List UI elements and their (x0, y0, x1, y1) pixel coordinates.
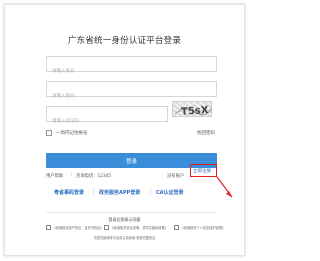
remember-account[interactable]: 一周内记住帐号 (46, 130, 88, 136)
help-separator: | (71, 173, 73, 178)
captcha-input[interactable] (47, 114, 167, 129)
link-separator: | (150, 189, 152, 195)
password-field[interactable] (46, 81, 217, 104)
agreement-text[interactable]: 《阅读相关协议说明，并同意隐私政策》 (111, 225, 168, 230)
account-field[interactable] (46, 56, 217, 79)
agreement-checkbox[interactable] (104, 225, 109, 230)
no-account-text: 没有账户 (167, 174, 185, 179)
alt-login-links: 粤省事码登录 | 政务服务APP登录 | CA认证登录 (46, 189, 217, 197)
page-title: 广东省统一身份认证平台登录 (67, 36, 182, 46)
alt-login-link[interactable]: 粤省事码登录 (54, 189, 84, 196)
agreement-text[interactable]: 《阅读相关个人信息保护说明》 (181, 225, 226, 230)
agreement-text[interactable]: 《阅读相关用户协议，且许可协议》 (53, 225, 104, 230)
captcha-field[interactable] (46, 106, 168, 129)
phone-text: 咨询电话：12345 (76, 174, 112, 179)
agreement-note: 请您在使用本平台前认真阅读 查看完整协议 (93, 236, 156, 240)
agreement-row: 《阅读相关用户协议，且许可协议》 《阅读相关协议说明，并同意隐私政策》 《阅读相… (46, 225, 226, 232)
remember-label: 一周内记住帐号 (56, 131, 88, 136)
link-separator: | (93, 189, 95, 195)
captcha-graphic: T5sX (174, 105, 213, 118)
agreement-checkbox[interactable] (46, 225, 51, 230)
remember-checkbox[interactable] (46, 130, 52, 136)
login-card: 广东省统一身份认证平台登录 一周内记住帐号 找回密码 登录 用户帮助 | 咨询电… (4, 4, 245, 256)
agreement-item[interactable]: 《阅读相关协议说明，并同意隐私政策》 (104, 225, 168, 230)
captcha-text: T5sX (181, 105, 209, 118)
alt-login-link[interactable]: 政务服务APP登录 (99, 189, 140, 196)
agreement-title: 登录后即表示同意 (108, 217, 141, 222)
agreement-checkbox[interactable] (174, 225, 179, 230)
divider (46, 212, 217, 213)
agreement-item[interactable]: 《阅读相关个人信息保护说明》 (174, 225, 225, 230)
user-help-link[interactable]: 用户帮助 (46, 173, 63, 179)
forgot-password-link[interactable]: 找回密码 (197, 130, 215, 136)
register-highlight: 立即注册 (190, 164, 217, 177)
captcha-image[interactable]: T5sX (172, 101, 213, 118)
agreement-item[interactable]: 《阅读相关用户协议，且许可协议》 (46, 225, 104, 230)
register-link[interactable]: 立即注册 (193, 168, 211, 174)
alt-login-link[interactable]: CA认证登录 (156, 189, 184, 196)
account-input[interactable] (47, 64, 216, 79)
